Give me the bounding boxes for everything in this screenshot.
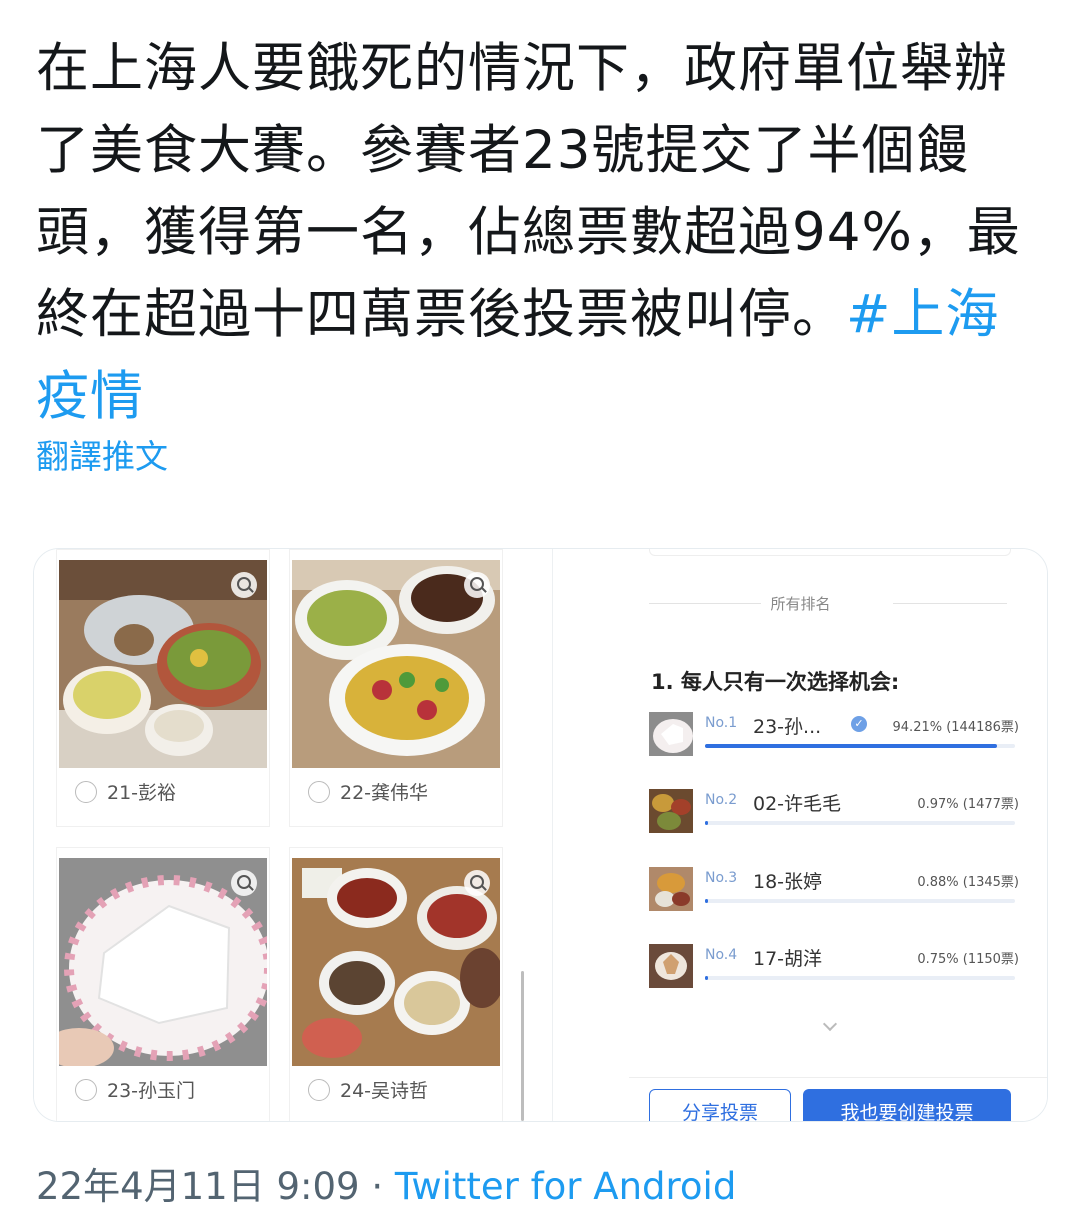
media-attachment[interactable]: 21-彭裕 22-龚伟华 23-孙玉门 24-吴诗哲 所有排名 1. 每人只有一…	[33, 548, 1048, 1122]
rank-percent: 0.88% (1345票)	[917, 875, 1019, 890]
scrollbar[interactable]	[521, 971, 524, 1121]
vote-share-bar	[705, 744, 1015, 748]
ranking-thumbnail	[649, 867, 693, 911]
rank-name: 18-张婷	[753, 871, 823, 893]
vote-share-fill	[705, 821, 709, 825]
ranking-screenshot[interactable]: 所有排名 1. 每人只有一次选择机会: No.1 23-孙... ✓ 94.21…	[552, 549, 1047, 1121]
share-poll-button[interactable]: 分享投票	[649, 1089, 791, 1121]
candidate-label: 24-吴诗哲	[340, 1080, 429, 1102]
food-photo-22	[292, 560, 500, 768]
food-photo-23	[59, 858, 267, 1066]
vote-share-bar	[705, 976, 1015, 980]
candidate-label: 23-孙玉门	[107, 1080, 196, 1102]
zoom-icon[interactable]	[231, 870, 257, 896]
rank-number: No.3	[705, 870, 738, 886]
vote-share-fill	[705, 899, 709, 903]
radio-icon[interactable]	[75, 780, 97, 803]
rank-number: No.4	[705, 947, 738, 963]
vote-share-bar	[705, 821, 1015, 825]
ranking-row-4[interactable]: No.4 17-胡洋 0.75% (1150票)	[649, 944, 1019, 1000]
ranking-row-3[interactable]: No.3 18-张婷 0.88% (1345票)	[649, 867, 1019, 923]
chevron-down-icon[interactable]	[822, 1016, 838, 1032]
separator: ·	[359, 1165, 395, 1208]
zoom-icon[interactable]	[464, 870, 490, 896]
create-poll-button[interactable]: 我也要创建投票	[803, 1089, 1011, 1121]
radio-icon[interactable]	[75, 1078, 97, 1101]
food-photo-21	[59, 560, 267, 768]
candidate-label: 21-彭裕	[107, 782, 177, 804]
rank-percent: 0.97% (1477票)	[917, 797, 1019, 812]
candidate-grid-screenshot[interactable]: 21-彭裕 22-龚伟华 23-孙玉门 24-吴诗哲	[34, 549, 539, 1121]
rank-number: No.2	[705, 792, 738, 808]
tweet-timestamp[interactable]: 22年4月11日 9:09	[36, 1165, 360, 1208]
bottom-divider	[629, 1077, 1047, 1078]
poll-question: 1. 每人只有一次选择机会:	[651, 670, 900, 694]
rank-percent: 0.75% (1150票)	[917, 952, 1019, 967]
candidate-card: 21-彭裕	[56, 549, 270, 827]
verified-check-icon: ✓	[851, 716, 867, 732]
ranking-thumbnail	[649, 944, 693, 988]
rank-name: 17-胡洋	[753, 948, 823, 970]
food-photo-24	[292, 858, 500, 1066]
vote-share-bar	[705, 899, 1015, 903]
candidate-label: 22-龚伟华	[340, 782, 429, 804]
tweet-source-link[interactable]: Twitter for Android	[395, 1165, 736, 1208]
candidate-card: 22-龚伟华	[289, 549, 503, 827]
zoom-icon[interactable]	[231, 572, 257, 598]
ranking-section-title: 所有排名	[770, 595, 831, 613]
ranking-row-1[interactable]: No.1 23-孙... ✓ 94.21% (144186票)	[649, 712, 1019, 768]
candidate-card: 24-吴诗哲	[289, 847, 503, 1121]
translate-tweet-link[interactable]: 翻譯推文	[36, 430, 168, 478]
media-divider	[539, 549, 552, 1121]
radio-icon[interactable]	[308, 780, 330, 803]
rank-percent: 94.21% (144186票)	[892, 720, 1019, 735]
top-card-edge	[649, 549, 1011, 556]
vote-share-fill	[705, 976, 709, 980]
candidate-option[interactable]: 21-彭裕	[75, 778, 176, 805]
ranking-thumbnail	[649, 789, 693, 833]
rank-name: 02-许毛毛	[753, 793, 842, 815]
tweet-text: 在上海人要餓死的情況下，政府單位舉辦了美食大賽。參賽者23號提交了半個饅頭，獲得…	[36, 28, 1046, 438]
ranking-row-2[interactable]: No.2 02-许毛毛 0.97% (1477票)	[649, 789, 1019, 845]
ranking-thumbnail	[649, 712, 693, 756]
vote-share-fill	[705, 744, 998, 748]
candidate-option[interactable]: 22-龚伟华	[308, 778, 428, 805]
candidate-option[interactable]: 23-孙玉门	[75, 1076, 195, 1103]
rank-name: 23-孙...	[753, 716, 822, 738]
zoom-icon[interactable]	[464, 572, 490, 598]
rank-number: No.1	[705, 715, 738, 731]
radio-icon[interactable]	[308, 1078, 330, 1101]
tweet-footer: 22年4月11日 9:09 · Twitter for Android	[36, 1156, 736, 1210]
candidate-option[interactable]: 24-吴诗哲	[308, 1076, 428, 1103]
candidate-card: 23-孙玉门	[56, 847, 270, 1121]
